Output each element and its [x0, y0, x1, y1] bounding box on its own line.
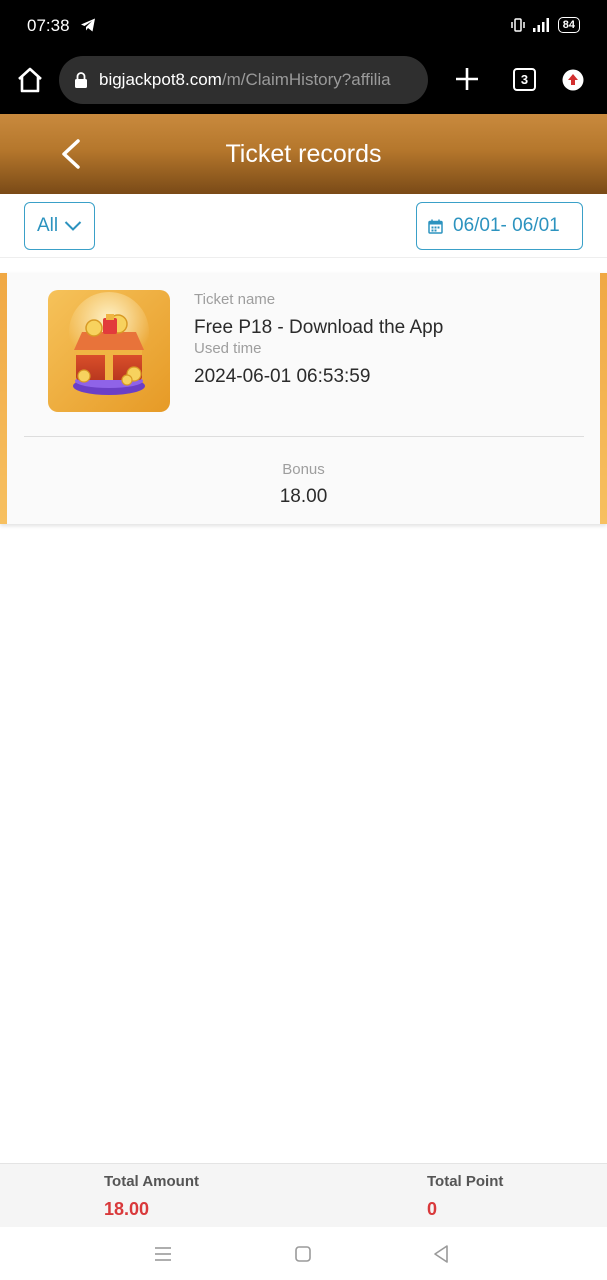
square-home-icon[interactable]	[292, 1243, 314, 1265]
system-nav-bar	[0, 1227, 607, 1280]
status-bar: 07:38 84	[0, 0, 607, 50]
vibrate-icon	[511, 18, 525, 32]
bonus-value: 18.00	[279, 486, 328, 507]
date-range-picker[interactable]: 06/01- 06/01	[416, 202, 583, 250]
total-amount-label: Total Amount	[104, 1173, 199, 1190]
status-icons: 84	[510, 17, 580, 33]
card-divider	[24, 436, 584, 437]
home-icon[interactable]	[14, 64, 46, 96]
telegram-icon	[81, 18, 95, 32]
type-filter-dropdown[interactable]: All	[24, 202, 95, 250]
triangle-back-icon[interactable]	[430, 1243, 452, 1265]
calendar-icon	[428, 219, 443, 234]
url-domain: bigjackpot8.com	[99, 70, 222, 89]
used-time-value: 2024-06-01 06:53:59	[194, 366, 371, 387]
treasure-chest-image	[48, 290, 170, 412]
app-screen: 07:38 84 bigjackpot8.com/m/ClaimHistory?…	[0, 0, 607, 1280]
filter-bar: All 06/01- 06/01	[0, 194, 607, 258]
total-point-label: Total Point	[427, 1173, 504, 1190]
ticket-record-card[interactable]: Ticket name Free P18 - Download the App …	[0, 273, 607, 524]
totals-footer: Total Amount 18.00 Total Point 0	[0, 1163, 607, 1227]
chevron-down-icon	[64, 221, 82, 231]
total-amount-value: 18.00	[104, 1199, 150, 1219]
ticket-name-value: Free P18 - Download the App	[194, 317, 444, 338]
type-filter-value: All	[36, 215, 59, 236]
menu-icon[interactable]	[152, 1243, 174, 1265]
date-range-value: 06/01- 06/01	[453, 215, 560, 236]
ticket-name-label: Ticket name	[194, 291, 276, 308]
tabs-icon[interactable]: 3	[513, 68, 536, 91]
used-time-label: Used time	[194, 340, 262, 357]
url-text: bigjackpot8.com/m/ClaimHistory?affilia	[99, 70, 391, 90]
signal-icon	[532, 18, 549, 32]
update-icon[interactable]	[562, 69, 584, 91]
url-path: /m/ClaimHistory?affilia	[221, 70, 391, 89]
battery-icon: 84	[557, 17, 580, 33]
lock-icon	[75, 72, 87, 88]
plus-icon[interactable]	[454, 66, 480, 92]
total-point-value: 0	[427, 1199, 438, 1219]
page-header: Ticket records	[0, 114, 607, 194]
page-title: Ticket records	[225, 140, 382, 168]
bonus-label: Bonus	[282, 461, 325, 478]
status-time: 07:38	[27, 16, 70, 35]
browser-toolbar: bigjackpot8.com/m/ClaimHistory?affilia 3	[0, 50, 607, 114]
address-bar[interactable]: bigjackpot8.com/m/ClaimHistory?affilia	[59, 56, 428, 104]
